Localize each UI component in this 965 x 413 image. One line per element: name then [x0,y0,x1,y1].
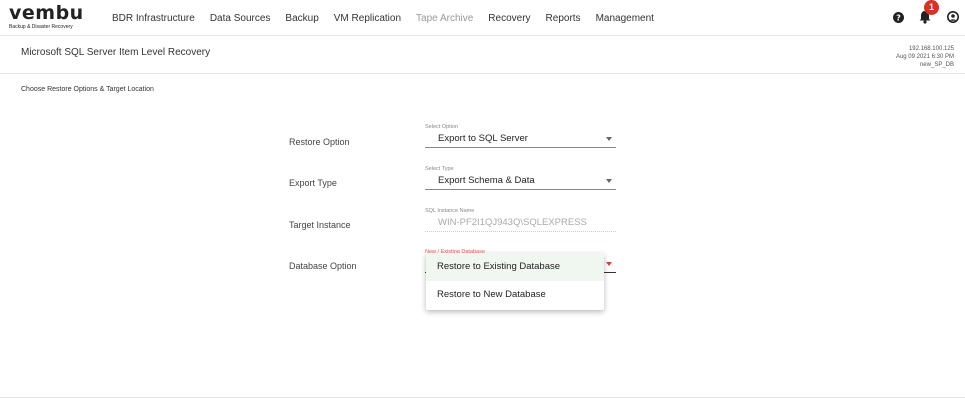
target-instance-value: WIN-PF2I1QJ943Q\SQLEXPRESS [425,216,616,232]
target-instance-field: SQL Instance Name WIN-PF2I1QJ943Q\SQLEXP… [425,208,616,232]
restore-option-value[interactable]: Export to SQL Server [425,132,616,148]
nav-backup[interactable]: Backup [285,13,318,24]
notification-badge[interactable]: 1 [924,0,939,15]
server-ip: 192.168.100.125 [908,46,954,52]
target-instance-label: Target Instance [289,220,351,230]
nav-data-sources[interactable]: Data Sources [210,13,271,24]
export-type-text: Export Schema & Data [438,175,535,186]
nav-tape-archive[interactable]: Tape Archive [416,13,473,24]
export-type-value[interactable]: Export Schema & Data [425,174,616,190]
nav-management[interactable]: Management [596,13,654,24]
export-type-caption: Select Type [425,166,454,172]
export-type-select[interactable]: Select Type Export Schema & Data [425,166,616,190]
svg-text:?: ? [896,14,901,23]
restore-option-select[interactable]: Select Option Export to SQL Server [425,124,616,148]
section-title: Choose Restore Options & Target Location [21,86,154,93]
nav-bdr-infrastructure[interactable]: BDR Infrastructure [112,13,195,24]
restore-option-caption: Select Option [425,124,459,130]
vembu-logo[interactable]: vembu Backup & Disaster Recovery [9,4,89,32]
chevron-down-icon[interactable] [606,262,612,266]
database-option-dropdown: Restore to Existing Database Restore to … [426,253,604,310]
restore-option-label: Restore Option [289,137,350,147]
nav-vm-replication[interactable]: VM Replication [334,13,401,24]
restore-option-text: Export to SQL Server [438,133,528,144]
option-restore-new-database[interactable]: Restore to New Database [426,281,604,309]
user-icon[interactable] [947,11,959,23]
logo-wordmark: vembu [9,2,84,24]
option-restore-existing-database[interactable]: Restore to Existing Database [426,253,604,281]
top-navigation-bar: vembu Backup & Disaster Recovery BDR Inf… [0,0,965,36]
page-header: Microsoft SQL Server Item Level Recovery… [0,36,965,74]
export-type-label: Export Type [289,178,337,188]
help-icon[interactable]: ? [893,12,904,23]
main-nav: BDR Infrastructure Data Sources Backup V… [112,0,669,36]
database-option-label: Database Option [289,261,357,271]
chevron-down-icon[interactable] [606,137,612,141]
page-title: Microsoft SQL Server Item Level Recovery [21,47,211,58]
current-datetime: Aug 09 2021 6:30 PM [895,54,954,60]
logo-tagline: Backup & Disaster Recovery [9,24,73,30]
nav-reports[interactable]: Reports [546,13,581,24]
chevron-down-icon[interactable] [606,179,612,183]
session-info: 192.168.100.125 Aug 09 2021 6:30 PM new_… [896,45,954,69]
job-name: new_SP_DB [919,62,954,68]
nav-recovery[interactable]: Recovery [488,13,530,24]
footer-divider [0,397,965,398]
target-instance-caption: SQL Instance Name [425,208,475,214]
